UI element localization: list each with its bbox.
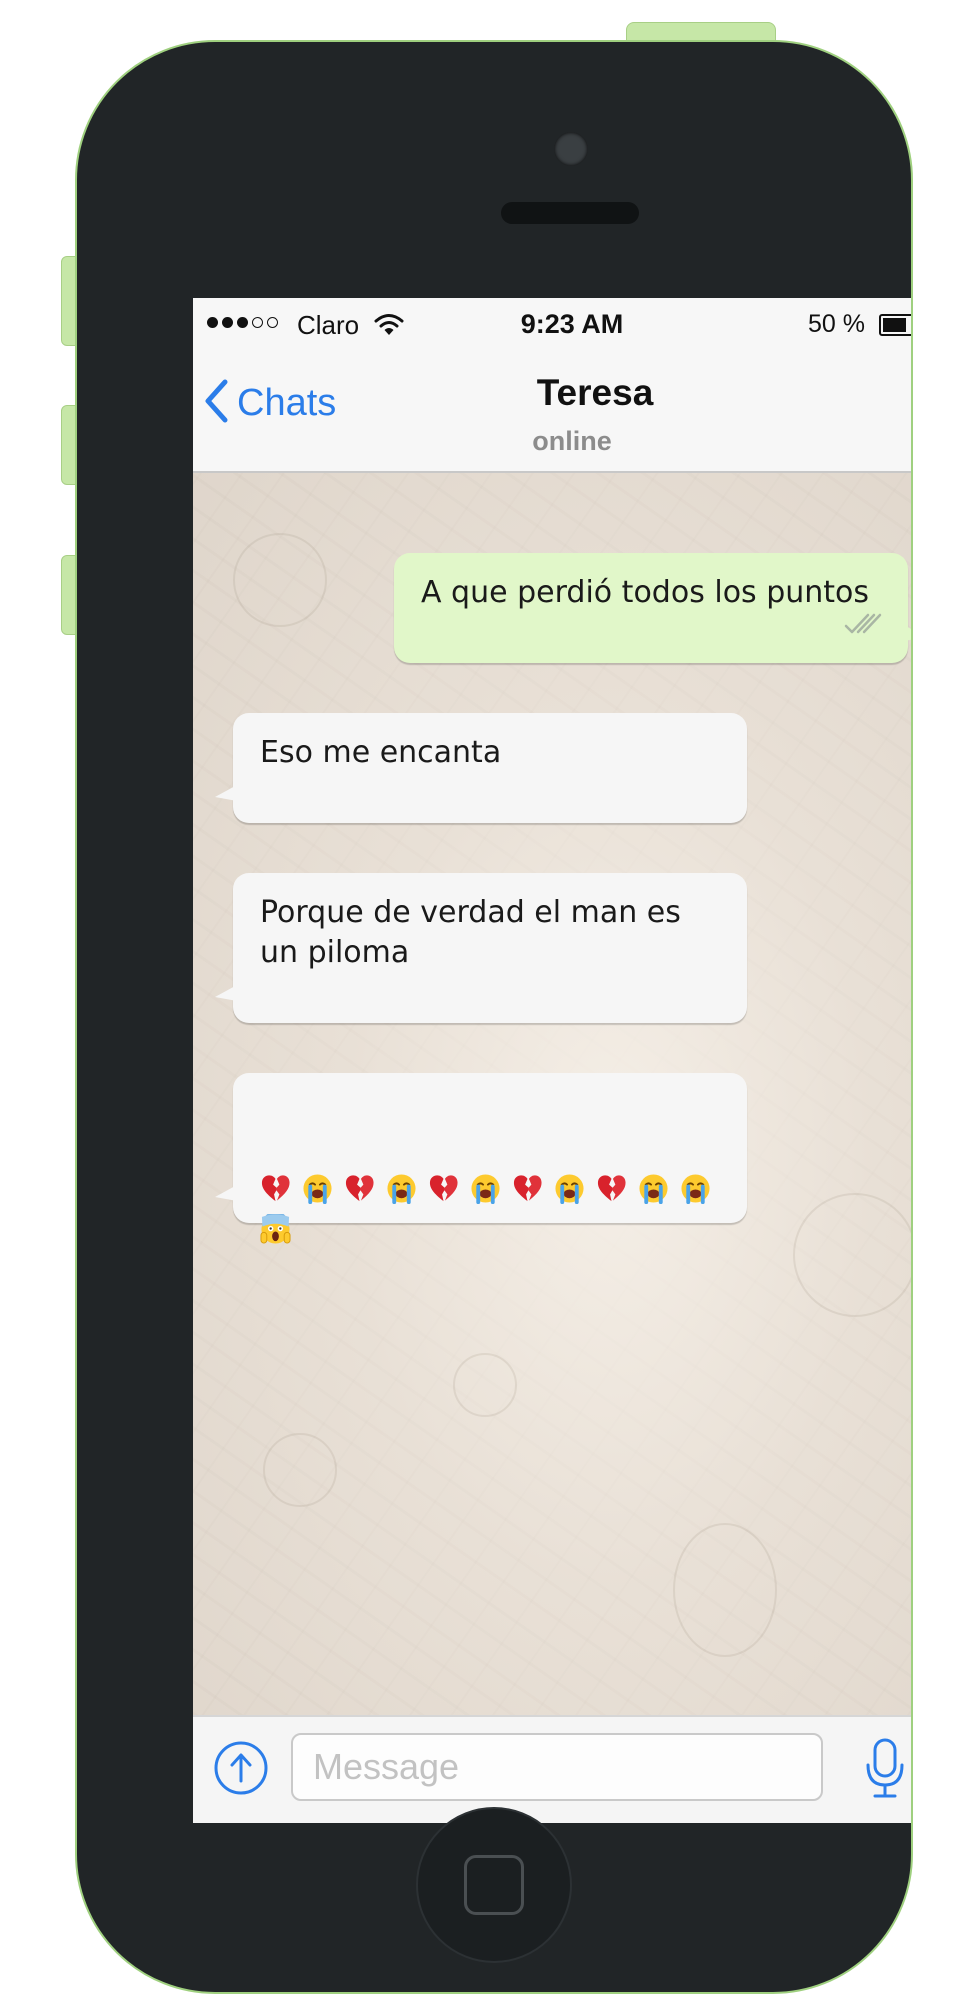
- message-list[interactable]: A que perdió todos los puntos Eso me enc…: [193, 473, 911, 1715]
- loudly-crying-face-icon: [470, 1173, 501, 1204]
- battery-icon: [879, 314, 911, 336]
- emoji-sequence: [260, 1173, 727, 1255]
- broken-heart-icon: [344, 1173, 375, 1204]
- contact-status: online: [532, 426, 612, 456]
- loudly-crying-face-icon: [302, 1173, 333, 1204]
- wallpaper-doodle: [233, 533, 327, 627]
- upload-arrow-icon[interactable]: [213, 1740, 269, 1796]
- loudly-crying-face-icon: [638, 1173, 669, 1204]
- home-button-icon[interactable]: [416, 1807, 572, 1963]
- microphone-icon[interactable]: [863, 1737, 907, 1801]
- composer-bar: [193, 1715, 911, 1823]
- broken-heart-icon: [260, 1173, 291, 1204]
- double-check-icon: [844, 605, 884, 645]
- broken-heart-icon: [596, 1173, 627, 1204]
- incoming-message-bubble[interactable]: Porque de verdad el man es un piloma: [215, 873, 747, 1023]
- front-camera: [554, 132, 588, 166]
- status-time: 9:23 AM: [520, 309, 624, 339]
- incoming-emoji-message-bubble[interactable]: [215, 1073, 747, 1244]
- wallpaper-doodle: [673, 1523, 777, 1657]
- message-text: A que perdió todos los puntos: [421, 575, 870, 610]
- status-bar: Claro 9:23 AM 50 %: [193, 298, 911, 354]
- incoming-message-bubble[interactable]: Eso me encanta: [215, 713, 747, 823]
- message-text: Porque de verdad el man es un piloma: [260, 895, 681, 970]
- loudly-crying-face-icon: [680, 1173, 711, 1204]
- message-input[interactable]: [291, 1733, 823, 1801]
- contact-name[interactable]: Teresa: [216, 372, 911, 414]
- broken-heart-icon: [428, 1173, 459, 1204]
- wallpaper-doodle: [793, 1193, 911, 1317]
- face-screaming-in-fear-icon: [260, 1211, 291, 1245]
- wallpaper-doodle: [453, 1353, 517, 1417]
- phone-mockup-stage: Claro 9:23 AM 50 % Chats Teresa online A…: [0, 0, 978, 2006]
- battery-percent: 50 %: [808, 310, 865, 338]
- earpiece-speaker: [501, 202, 639, 224]
- outgoing-message-bubble[interactable]: A que perdió todos los puntos: [394, 553, 911, 663]
- message-text: Eso me encanta: [260, 735, 502, 770]
- phone-screen: Claro 9:23 AM 50 % Chats Teresa online A…: [193, 298, 911, 1823]
- chat-header: Chats Teresa online: [193, 354, 911, 473]
- battery-level-fill: [883, 318, 906, 332]
- loudly-crying-face-icon: [554, 1173, 585, 1204]
- broken-heart-icon: [512, 1173, 543, 1204]
- phone-body: Claro 9:23 AM 50 % Chats Teresa online A…: [75, 40, 913, 1994]
- wallpaper-doodle: [263, 1433, 337, 1507]
- loudly-crying-face-icon: [386, 1173, 417, 1204]
